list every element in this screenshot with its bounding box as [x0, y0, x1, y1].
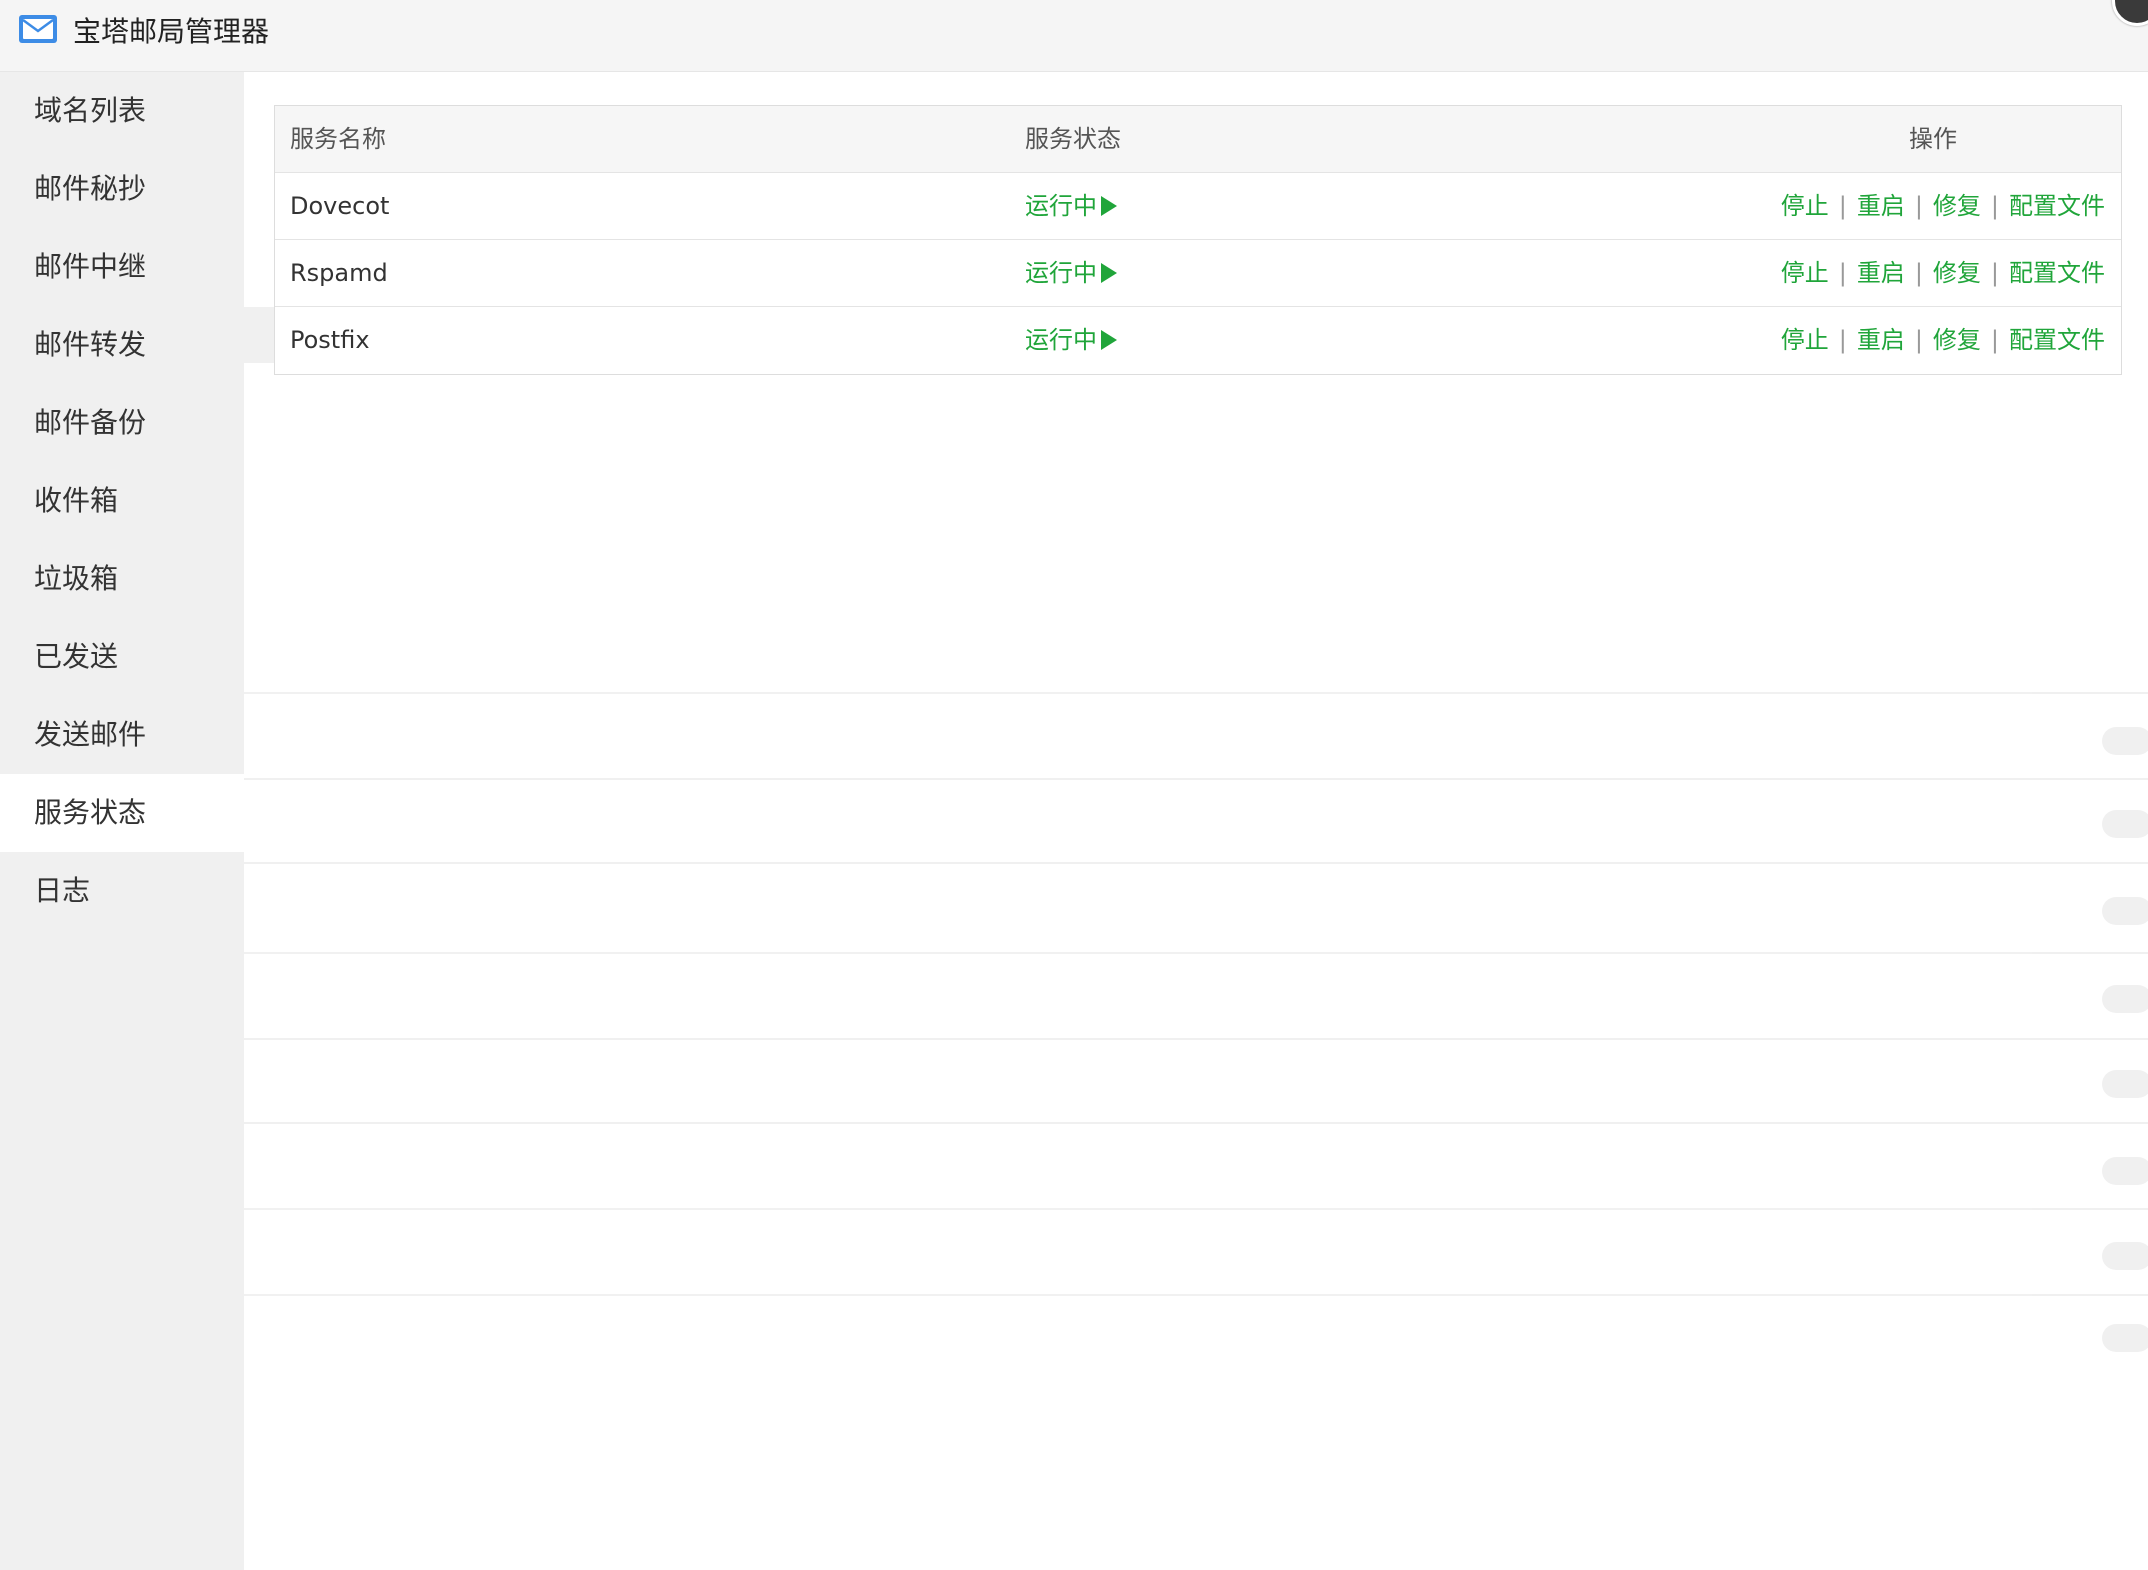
sidebar-item-send-mail[interactable]: 发送邮件	[0, 696, 244, 774]
separator: |	[1990, 326, 1999, 354]
ghost-divider	[244, 692, 2148, 694]
separator: |	[1990, 192, 1999, 220]
stop-button[interactable]: 停止	[1781, 326, 1829, 354]
sidebar-item-mail-bcc[interactable]: 邮件秘抄	[0, 150, 244, 228]
separator: |	[1914, 259, 1923, 287]
config-file-button[interactable]: 配置文件	[2009, 192, 2105, 220]
header-service-name: 服务名称	[290, 125, 386, 153]
ghost-divider	[244, 862, 2148, 864]
ghost-toggle	[2102, 985, 2148, 1013]
ghost-toggle	[2102, 810, 2148, 838]
sidebar-item-inbox[interactable]: 收件箱	[0, 462, 244, 540]
config-file-button[interactable]: 配置文件	[2009, 326, 2105, 354]
status-text: 运行中	[1025, 326, 1097, 354]
service-status-table: 服务名称 服务状态 操作 Dovecot 运行中 停止 | 重启 | 修复 | 配置文件 R…	[274, 105, 2122, 375]
header-actions: 操作	[1909, 125, 1957, 153]
restart-button[interactable]: 重启	[1857, 326, 1905, 354]
service-name: Postfix	[290, 326, 370, 354]
service-name: Rspamd	[290, 259, 388, 287]
ghost-divider	[244, 1122, 2148, 1124]
ghost-divider	[244, 1294, 2148, 1296]
separator: |	[1838, 326, 1847, 354]
ghost-toggle	[2102, 897, 2148, 925]
separator: |	[1838, 259, 1847, 287]
ghost-toggle	[2102, 1157, 2148, 1185]
table-header-row: 服务名称 服务状态 操作	[275, 106, 2121, 173]
ghost-divider	[244, 1038, 2148, 1040]
window-title: 宝塔邮局管理器	[73, 15, 270, 48]
sidebar-item-logs[interactable]: 日志	[0, 852, 244, 930]
ghost-divider	[244, 1208, 2148, 1210]
separator: |	[1838, 192, 1847, 220]
restart-button[interactable]: 重启	[1857, 192, 1905, 220]
play-icon	[1101, 330, 1117, 350]
sidebar-item-service-status[interactable]: 服务状态	[0, 774, 244, 852]
stop-button[interactable]: 停止	[1781, 259, 1829, 287]
main-panel: 服务名称 服务状态 操作 Dovecot 运行中 停止 | 重启 | 修复 | 配置文件 R…	[244, 72, 2148, 1570]
table-row: Dovecot 运行中 停止 | 重启 | 修复 | 配置文件	[275, 173, 2121, 240]
stop-button[interactable]: 停止	[1781, 192, 1829, 220]
ghost-toggle	[2102, 727, 2148, 755]
repair-button[interactable]: 修复	[1933, 259, 1981, 287]
row-actions: 停止 | 重启 | 修复 | 配置文件	[1781, 240, 2105, 306]
status-text: 运行中	[1025, 259, 1097, 287]
separator: |	[1914, 326, 1923, 354]
close-icon[interactable]	[2112, 0, 2148, 26]
row-actions: 停止 | 重启 | 修复 | 配置文件	[1781, 173, 2105, 239]
restart-button[interactable]: 重启	[1857, 259, 1905, 287]
ghost-divider	[244, 778, 2148, 780]
mail-manager-window: 宝塔邮局管理器 域名列表 邮件秘抄 邮件中继 邮件转发 邮件备份 收件箱 垃圾箱…	[0, 0, 2148, 1570]
ghost-divider	[244, 952, 2148, 954]
repair-button[interactable]: 修复	[1933, 326, 1981, 354]
separator: |	[1914, 192, 1923, 220]
table-row: Rspamd 运行中 停止 | 重启 | 修复 | 配置文件	[275, 240, 2121, 307]
sidebar-item-spam[interactable]: 垃圾箱	[0, 540, 244, 618]
title-bar: 宝塔邮局管理器	[0, 0, 2148, 72]
play-icon	[1101, 263, 1117, 283]
play-icon	[1101, 196, 1117, 216]
ghost-toggle	[2102, 1324, 2148, 1352]
sidebar-item-domain-list[interactable]: 域名列表	[0, 72, 244, 150]
sidebar-item-mail-forward[interactable]: 邮件转发	[0, 306, 244, 384]
service-status: 运行中	[1025, 173, 1117, 239]
sidebar-item-sent[interactable]: 已发送	[0, 618, 244, 696]
separator: |	[1990, 259, 1999, 287]
mail-icon	[19, 15, 57, 43]
header-service-status: 服务状态	[1025, 125, 1121, 153]
row-actions: 停止 | 重启 | 修复 | 配置文件	[1781, 307, 2105, 373]
sidebar-item-mail-backup[interactable]: 邮件备份	[0, 384, 244, 462]
sidebar-item-mail-relay[interactable]: 邮件中继	[0, 228, 244, 306]
table-row: Postfix 运行中 停止 | 重启 | 修复 | 配置文件	[275, 307, 2121, 374]
config-file-button[interactable]: 配置文件	[2009, 259, 2105, 287]
service-status: 运行中	[1025, 307, 1117, 373]
service-status: 运行中	[1025, 240, 1117, 306]
status-text: 运行中	[1025, 192, 1097, 220]
ghost-toggle	[2102, 1070, 2148, 1098]
repair-button[interactable]: 修复	[1933, 192, 1981, 220]
service-name: Dovecot	[290, 192, 390, 220]
ghost-toggle	[2102, 1242, 2148, 1270]
sidebar: 域名列表 邮件秘抄 邮件中继 邮件转发 邮件备份 收件箱 垃圾箱 已发送 发送邮…	[0, 72, 244, 1570]
